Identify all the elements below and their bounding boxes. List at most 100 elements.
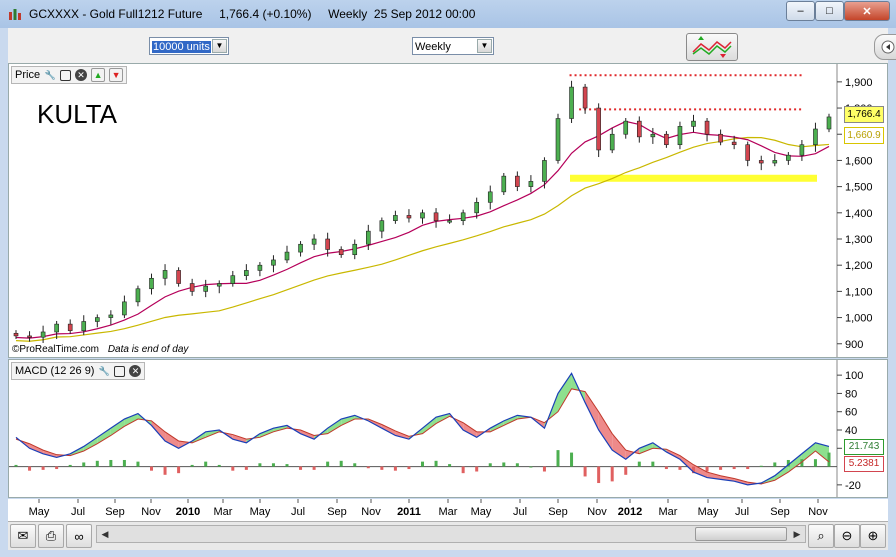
move-up-icon[interactable]: ▲: [91, 68, 106, 82]
candle-up: [108, 314, 114, 318]
units-select[interactable]: 10000 units ▼: [149, 37, 229, 55]
candle-down: [718, 133, 723, 143]
close-panel-icon[interactable]: ✕: [75, 69, 88, 81]
macd-histogram-bar: [95, 460, 99, 467]
candle-up: [379, 220, 385, 232]
price-chart: 1,9001,8001,7001,6001,5001,4001,3001,200…: [13, 64, 873, 357]
wrench-icon[interactable]: 🔧: [98, 365, 110, 377]
macd-histogram-bar: [41, 466, 45, 470]
candle-up: [813, 128, 818, 146]
candle-up: [474, 202, 480, 214]
candle-up: [162, 270, 168, 279]
zoom-in-button[interactable]: ⊕: [860, 524, 886, 548]
link-button[interactable]: ∞: [66, 524, 92, 548]
macd-tick-label: 80: [845, 388, 857, 400]
candle-up: [650, 133, 656, 138]
footer-note: Data is end of day: [107, 344, 189, 355]
macd-panel-label: MACD (12 26 9): [15, 365, 95, 377]
candle-down: [189, 283, 195, 292]
bottom-toolbar: ✉ ⎙ ∞ ◀ ▶ ⌕ ⊖ ⊕: [8, 521, 888, 550]
candle-up: [623, 120, 629, 135]
candle-down: [596, 107, 601, 151]
x-tick-label: Jul: [513, 506, 527, 518]
x-tick-label: 2010: [176, 506, 200, 518]
candle-down: [338, 249, 344, 256]
macd-histogram-bar: [597, 466, 601, 484]
price-tick-label: 900: [845, 339, 863, 351]
scroll-left-icon[interactable]: ◀: [97, 526, 113, 542]
macd-histogram-bar: [678, 466, 682, 470]
candle-down: [27, 335, 32, 338]
macd-histogram-bar: [150, 466, 153, 471]
candle-up: [569, 86, 574, 119]
zoom-fit-button[interactable]: ⌕: [808, 524, 834, 548]
candle-up: [230, 275, 236, 284]
candle-up: [311, 238, 317, 245]
macd-histogram-bar: [190, 464, 194, 467]
macd-histogram-bar: [55, 466, 59, 470]
macd-histogram-bar: [28, 466, 32, 471]
candle-up: [528, 181, 534, 187]
window-icon[interactable]: [114, 365, 126, 377]
maximize-icon: □: [826, 5, 833, 17]
candle-up: [393, 215, 398, 221]
x-tick-label: May: [29, 506, 50, 518]
macd-histogram-bar: [217, 464, 221, 467]
macd-tick-label: 40: [845, 425, 857, 437]
macd-histogram-bar: [393, 466, 397, 471]
candle-down: [664, 133, 669, 146]
macd-histogram-bar: [231, 466, 235, 471]
x-tick-label: Jul: [71, 506, 85, 518]
candle-up: [542, 160, 547, 182]
print-button[interactable]: ⎙: [38, 524, 64, 548]
time-scrollbar[interactable]: ◀ ▶: [96, 525, 806, 543]
macd-histogram-bar: [14, 464, 18, 467]
candle-up: [501, 175, 507, 193]
candle-up: [271, 259, 276, 266]
macd-histogram-bar: [177, 466, 181, 474]
minimize-button[interactable]: –: [786, 1, 815, 21]
macd-histogram-bar: [421, 461, 424, 467]
minimize-icon: –: [797, 5, 804, 17]
macd-histogram-bar: [529, 466, 533, 468]
macd-histogram-bar: [719, 466, 723, 470]
close-button[interactable]: ✕: [844, 1, 890, 21]
close-icon: ✕: [862, 5, 872, 18]
candle-up: [772, 160, 778, 164]
move-down-icon[interactable]: ▼: [109, 68, 124, 82]
candle-up: [284, 251, 290, 261]
candle-down: [325, 238, 330, 250]
chevron-down-icon: ▼: [212, 39, 227, 53]
period-select[interactable]: Weekly ▼: [412, 37, 494, 55]
macd-histogram-bar: [353, 463, 357, 467]
macd-histogram-bar: [122, 459, 126, 467]
panel-toggle-button[interactable]: [874, 34, 896, 60]
macd-histogram-bar: [82, 462, 86, 467]
macd-histogram-bar: [258, 463, 262, 467]
chart-annotation: KULTA: [37, 99, 117, 129]
macd-value-badge: 21.743: [844, 439, 884, 455]
macd-histogram-bar: [68, 464, 72, 467]
candle-up: [826, 116, 832, 130]
units-value: 10000 units: [152, 41, 211, 53]
maximize-button[interactable]: □: [815, 1, 844, 21]
macd-histogram-bar: [366, 466, 370, 469]
candle-up: [244, 270, 249, 276]
zoom-out-button[interactable]: ⊖: [834, 524, 860, 548]
trading-system-button[interactable]: [686, 33, 738, 61]
candle-up: [40, 331, 46, 338]
macd-histogram-bar: [461, 466, 465, 474]
mail-button[interactable]: ✉: [10, 524, 36, 548]
candle-up: [203, 285, 208, 292]
candle-down: [406, 215, 412, 219]
x-tick-label: May: [250, 506, 271, 518]
scroll-right-icon[interactable]: ▶: [789, 526, 805, 542]
close-panel-icon[interactable]: ✕: [129, 365, 142, 377]
wrench-icon[interactable]: 🔧: [44, 69, 56, 81]
macd-tick-label: -20: [845, 480, 861, 492]
candle-up: [81, 321, 87, 331]
window-icon[interactable]: [60, 69, 72, 81]
scroll-thumb[interactable]: [695, 527, 787, 541]
print-icon: ⎙: [45, 528, 57, 543]
x-tick-label: 2011: [397, 506, 421, 518]
